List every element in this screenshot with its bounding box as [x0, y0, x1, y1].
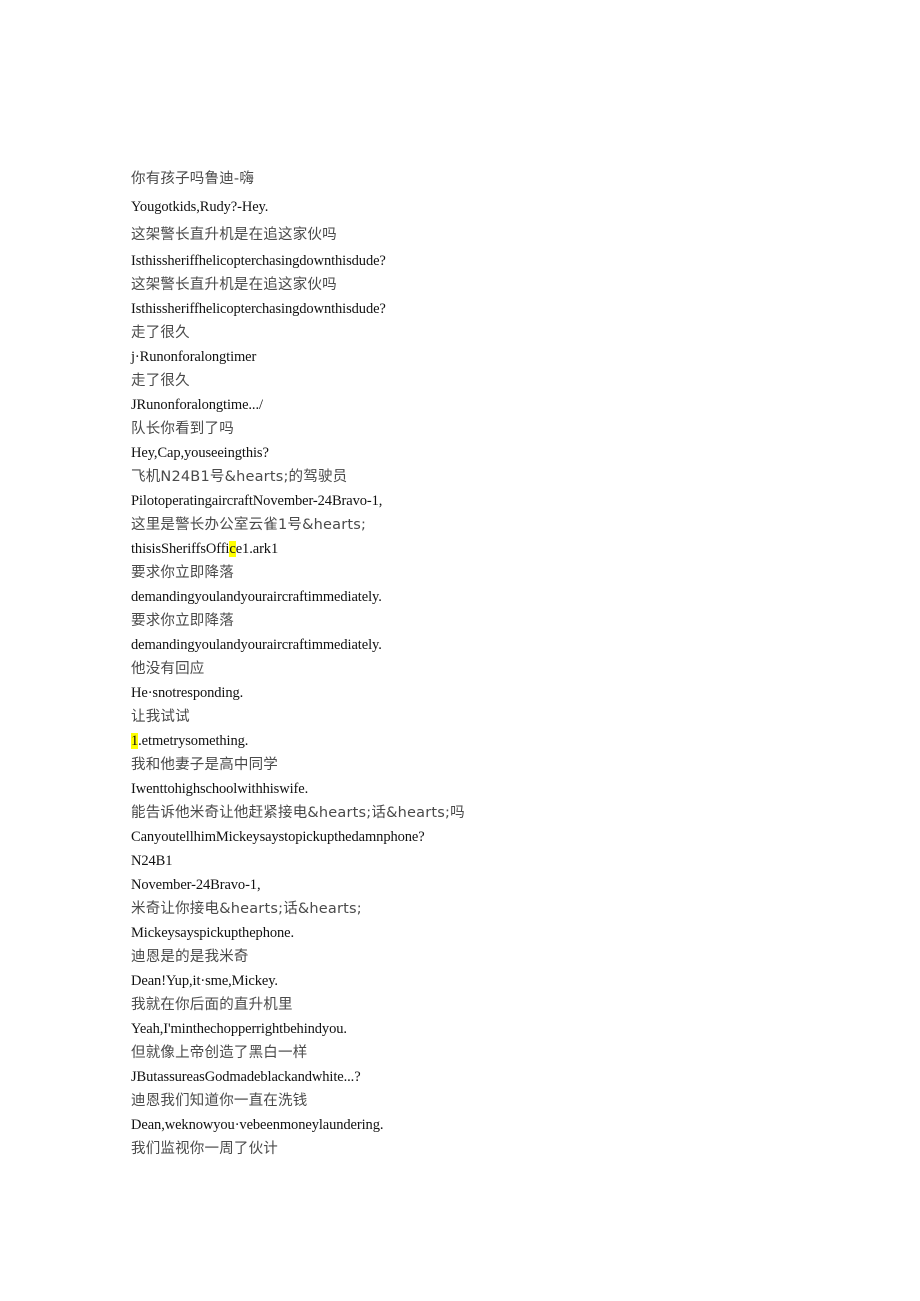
subtitle-line-zh: 这里是警长办公室云雀1号&hearts; — [131, 517, 367, 533]
subtitle-line-en: demandingyoulandyouraircraftimmediately. — [131, 637, 382, 653]
subtitle-line-en: Mickeysayspickupthephone. — [131, 925, 295, 941]
subtitle-line-zh: 但就像上帝创造了黑白一样 — [131, 1045, 308, 1061]
subtitle-line-zh: 队长你看到了吗 — [131, 421, 234, 437]
subtitle-line-en: He·snotresponding. — [131, 685, 244, 701]
subtitle-line-en: j·Runonforalongtimer — [131, 349, 257, 365]
subtitle-line-en: thisisSheriffsOffice1.ark1 — [131, 537, 831, 561]
subtitle-line-en: Yougotkids,Rudy?-Hey. — [131, 199, 269, 215]
subtitle-line-zh: 让我试试 — [131, 709, 190, 725]
subtitle-line-en: JButassureasGodmadeblackandwhite...? — [131, 1069, 361, 1085]
subtitle-line-en: Isthissheriffhelicopterchasingdownthisdu… — [131, 253, 386, 269]
document-page: 你有孩子吗鲁迪-嗨 Yougotkids,Rudy?-Hey. 这架警长直升机是在追… — [0, 0, 920, 1301]
subtitle-line-zh: 能告诉他米奇让他赶紧接电&hearts;话&hearts;吗 — [131, 805, 465, 821]
subtitle-line-en: November-24Bravo-1, — [131, 877, 261, 893]
subtitle-line-en: demandingyoulandyouraircraftimmediately. — [131, 589, 382, 605]
subtitle-line-zh: 走了很久 — [131, 373, 190, 389]
subtitle-line-zh: 走了很久 — [131, 325, 190, 341]
subtitle-line-zh: 我就在你后面的直升机里 — [131, 997, 293, 1013]
subtitle-line-zh: 我们监视你一周了伙计 — [131, 1141, 278, 1157]
line-text: e1.ark1 — [235, 541, 279, 557]
subtitle-line-zh: 米奇让你接电&hearts;话&hearts; — [131, 901, 362, 917]
subtitle-line-en: Dean,weknowyou·vebeenmoneylaundering. — [131, 1117, 384, 1133]
subtitle-line-en: Yeah,I'minthechopperrightbehindyou. — [131, 1021, 347, 1037]
subtitle-line-en: JRunonforalongtime.../ — [131, 397, 263, 413]
subtitle-line-en: CanyoutellhimMickeysaystopickupthedamnph… — [131, 829, 425, 845]
subtitle-line-zh: 这架警长直升机是在追这家伙吗 — [131, 227, 337, 243]
subtitle-line-zh: 迪恩我们知道你一直在洗钱 — [131, 1093, 308, 1109]
subtitle-line-en: Iwenttohighschoolwithhiswife. — [131, 781, 309, 797]
subtitle-transcript: 你有孩子吗鲁迪-嗨 Yougotkids,Rudy?-Hey. 这架警长直升机是在追… — [131, 165, 831, 1161]
subtitle-line-en: 1.etmetrysomething. — [131, 729, 831, 753]
subtitle-line-zh: 迪恩是的是我米奇 — [131, 949, 249, 965]
subtitle-line-en: N24B1 — [131, 853, 173, 869]
line-text: .etmetrysomething. — [138, 733, 249, 749]
line-text: thisisSheriffsOffi — [131, 541, 230, 557]
subtitle-line-zh: 要求你立即降落 — [131, 565, 234, 581]
subtitle-line-zh: 要求你立即降落 — [131, 613, 234, 629]
subtitle-line-en: PilotoperatingaircraftNovember-24Bravo-1… — [131, 493, 383, 509]
subtitle-line-zh: 我和他妻子是高中同学 — [131, 757, 278, 773]
subtitle-line-en: Dean!Yup,it·sme,Mickey. — [131, 973, 278, 989]
subtitle-line-en: Isthissheriffhelicopterchasingdownthisdu… — [131, 301, 386, 317]
subtitle-line-en: Hey,Cap,youseeingthis? — [131, 445, 269, 461]
subtitle-line-zh: 他没有回应 — [131, 661, 205, 677]
subtitle-line-zh: 你有孩子吗鲁迪-嗨 — [131, 171, 255, 187]
subtitle-line-zh: 这架警长直升机是在追这家伙吗 — [131, 277, 337, 293]
subtitle-line-zh: 飞机N24B1号&hearts;的驾驶员 — [131, 469, 348, 485]
